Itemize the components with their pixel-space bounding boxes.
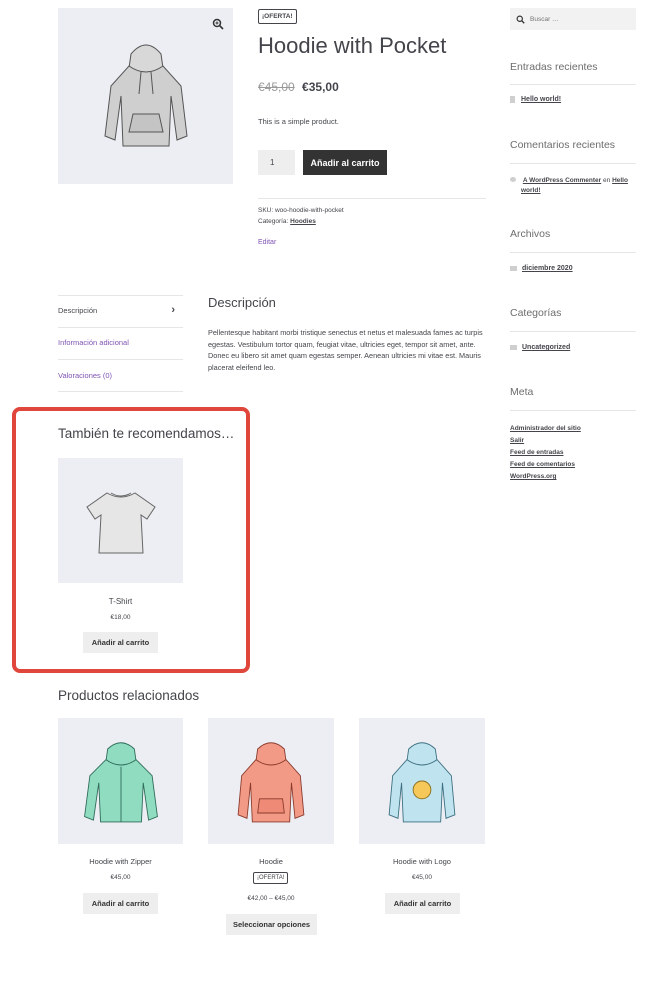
related-title: Productos relacionados	[58, 688, 200, 703]
meta-title: Meta	[510, 386, 534, 398]
archive-link[interactable]: diciembre 2020	[522, 265, 573, 272]
archive-item: diciembre 2020	[510, 265, 573, 272]
meta-link-admin[interactable]: Administrador del sitio	[510, 423, 581, 435]
recent-posts-divider	[510, 84, 636, 85]
edit-link[interactable]: Editar	[258, 239, 276, 246]
upsell-add-to-cart-button[interactable]: Añadir al carrito	[83, 632, 158, 653]
meta-divider	[258, 198, 486, 199]
short-description: This is a simple product.	[258, 117, 339, 126]
category-label: Categoría:	[258, 218, 289, 225]
product-title: Hoodie with Pocket	[258, 33, 447, 58]
tabs-divider-2	[58, 359, 183, 360]
tab-reviews[interactable]: Valoraciones (0)	[58, 371, 112, 380]
add-to-cart-button[interactable]: Añadir al carrito	[303, 150, 387, 175]
document-icon	[510, 96, 515, 103]
category-uncategorized-link[interactable]: Uncategorized	[522, 344, 570, 351]
categories-title: Categorías	[510, 307, 562, 319]
folder-icon	[510, 266, 517, 271]
meta-link-logout[interactable]: Salir	[510, 435, 581, 447]
search-icon	[516, 15, 525, 24]
upsell-product-image[interactable]	[58, 458, 183, 583]
upsell-product-name[interactable]: T-Shirt	[58, 597, 183, 606]
comment-post-link-b[interactable]: world!	[521, 187, 541, 194]
hoodie-zipper-image	[83, 742, 158, 823]
categories-divider	[510, 331, 636, 332]
description-heading: Descripción	[208, 295, 276, 310]
comment-bubble-icon	[510, 177, 516, 182]
sku-label: SKU:	[258, 207, 274, 214]
related-product-image-1[interactable]	[58, 718, 183, 844]
comment-author-link[interactable]: A WordPress Commenter	[523, 177, 601, 184]
comment-on-text: en	[603, 177, 611, 184]
tab-description-label: Descripción	[58, 306, 98, 315]
price-block: €45,00 €35,00	[258, 80, 339, 94]
search-box[interactable]	[510, 8, 636, 30]
related-product-name-2[interactable]: Hoodie	[208, 857, 334, 866]
old-price: €45,00	[258, 80, 295, 94]
tshirt-image	[85, 491, 156, 553]
meta-link-wordpress-org[interactable]: WordPress.org	[510, 471, 581, 483]
tabs-divider-1	[58, 327, 183, 328]
hoodie-gray-image	[103, 44, 188, 147]
tab-additional-info[interactable]: Información adicional	[58, 338, 129, 347]
related-product-price-3: €45,00	[412, 874, 432, 881]
description-text: Pellentesque habitant morbi tristique se…	[208, 328, 483, 372]
category-link[interactable]: Hoodies	[290, 218, 316, 225]
meta-link-comments-feed[interactable]: Feed de comentarios	[510, 459, 581, 471]
chevron-right-icon: ›	[171, 304, 175, 316]
current-price: €35,00	[302, 80, 339, 94]
search-input[interactable]	[530, 15, 630, 23]
related-add-to-cart-button-3[interactable]: Añadir al carrito	[385, 893, 460, 914]
hoodie-logo-image	[388, 742, 456, 823]
upsells-title: También te recomendamos…	[58, 426, 235, 441]
category-line: Categoría: Hoodies	[258, 218, 316, 225]
meta-divider-line	[510, 410, 636, 411]
hoodie-red-image	[237, 742, 305, 823]
related-product-price-2: €42,00 – €45,00	[247, 895, 295, 902]
quantity-input[interactable]	[258, 150, 295, 175]
sku-value: woo-hoodie-with-pocket	[274, 207, 344, 214]
related-product-image-2[interactable]	[208, 718, 334, 844]
tab-description[interactable]: Descripción ›	[58, 304, 183, 316]
sku-line: SKU: woo-hoodie-with-pocket	[258, 207, 344, 214]
upsell-product-price: €18,00	[110, 614, 131, 621]
product-image[interactable]	[58, 8, 233, 184]
recent-comment-item: A WordPress Commenter en Hello world!	[510, 176, 636, 196]
category-item: Uncategorized	[510, 344, 570, 351]
recent-post-item: Hello world!	[510, 96, 561, 103]
recent-posts-title: Entradas recientes	[510, 61, 598, 73]
recent-comments-divider	[510, 163, 636, 164]
meta-links: Administrador del sitio Salir Feed de en…	[510, 423, 581, 483]
related-select-options-button-2[interactable]: Seleccionar opciones	[226, 914, 317, 935]
magnifier-icon[interactable]	[212, 17, 224, 30]
sale-badge: ¡OFERTA!	[258, 9, 297, 24]
related-add-to-cart-button-1[interactable]: Añadir al carrito	[83, 893, 158, 914]
archives-divider	[510, 252, 636, 253]
comment-post-link-a[interactable]: Hello	[612, 177, 628, 184]
tabs-divider-bottom	[58, 391, 183, 392]
meta-link-entries-feed[interactable]: Feed de entradas	[510, 447, 581, 459]
related-product-name-3[interactable]: Hoodie with Logo	[359, 857, 485, 866]
related-sale-badge-2: ¡OFERTA!	[253, 872, 289, 884]
related-product-image-3[interactable]	[359, 718, 485, 844]
folder-icon-2	[510, 345, 517, 350]
recent-post-link[interactable]: Hello world!	[521, 96, 561, 103]
archives-title: Archivos	[510, 228, 551, 240]
recent-comments-title: Comentarios recientes	[510, 139, 616, 151]
related-product-name-1[interactable]: Hoodie with Zipper	[58, 857, 183, 866]
related-product-price-1: €45,00	[110, 874, 131, 881]
tabs-divider-top	[58, 295, 183, 296]
